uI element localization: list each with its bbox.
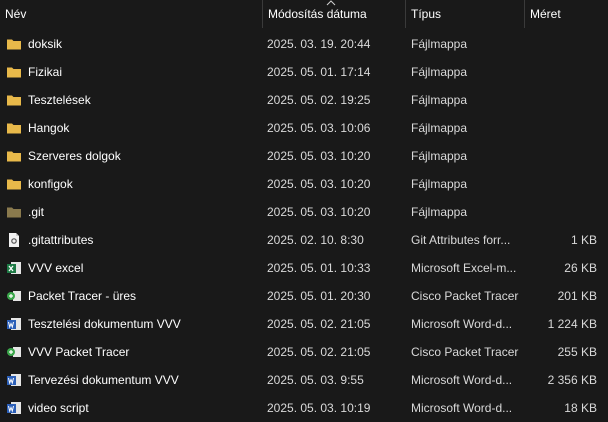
folder-icon — [6, 176, 22, 192]
file-date: 2025. 02. 10. 8:30 — [267, 233, 364, 247]
file-row[interactable]: VVV excel 2025. 05. 01. 10:33 Microsoft Ex… — [0, 254, 608, 282]
file-name: Tervezési dokumentum VVV — [28, 373, 179, 387]
file-size — [525, 86, 597, 114]
file-name: VVV excel — [28, 261, 84, 275]
file-row[interactable]: video script 2025. 05. 03. 10:19 Microsoft… — [0, 394, 608, 422]
column-header-size-label: Méret — [530, 7, 561, 21]
file-size — [525, 114, 597, 142]
file-name: VVV Packet Tracer — [28, 345, 130, 359]
file-size: 1 224 KB — [547, 317, 597, 331]
packet-tracer-file-icon — [6, 288, 22, 304]
file-size — [525, 142, 597, 170]
hidden-folder-icon — [6, 204, 22, 220]
column-header-name[interactable]: Név — [0, 0, 262, 28]
file-size: 1 KB — [570, 233, 597, 247]
file-row[interactable]: Tesztelések 2025. 05. 02. 19:25 Fájlmappa — [0, 86, 608, 114]
file-type: Fájlmappa — [411, 65, 468, 79]
column-header-size[interactable]: Méret — [525, 0, 608, 28]
file-row[interactable]: Tervezési dokumentum VVV 2025. 05. 03. 9:… — [0, 366, 608, 394]
file-date: 2025. 05. 02. 19:25 — [267, 93, 371, 107]
file-name: .git — [28, 205, 45, 219]
file-type: Cisco Packet Tracer — [411, 289, 519, 303]
folder-icon — [6, 148, 22, 164]
file-name: Fizikai — [28, 65, 63, 79]
file-type: Microsoft Word-d... — [411, 401, 513, 415]
word-file-icon — [6, 400, 22, 416]
file-type: Cisco Packet Tracer — [411, 345, 519, 359]
file-date: 2025. 05. 02. 21:05 — [267, 317, 371, 331]
file-name: Tesztelések — [28, 93, 91, 107]
file-size: 2 356 KB — [547, 373, 597, 387]
packet-tracer-file-icon — [6, 344, 22, 360]
file-type: Fájlmappa — [411, 177, 468, 191]
file-row[interactable]: VVV Packet Tracer 2025. 05. 02. 21:05 Cisc… — [0, 338, 608, 366]
file-row[interactable]: Tesztelési dokumentum VVV 2025. 05. 02. 2… — [0, 310, 608, 338]
file-size: 201 KB — [557, 289, 597, 303]
file-type: Fájlmappa — [411, 205, 468, 219]
column-header-type[interactable]: Típus — [406, 0, 524, 28]
file-size: 18 KB — [564, 401, 597, 415]
file-size — [525, 30, 597, 58]
file-type: Microsoft Word-d... — [411, 373, 513, 387]
file-row[interactable]: Szerveres dolgok 2025. 05. 03. 10:20 Fájlm… — [0, 142, 608, 170]
file-date: 2025. 05. 03. 9:55 — [267, 373, 364, 387]
word-file-icon — [6, 316, 22, 332]
file-size — [525, 198, 597, 226]
file-size: 26 KB — [564, 261, 597, 275]
file-name: Hangok — [28, 121, 70, 135]
column-header-type-label: Típus — [411, 7, 442, 21]
column-header-date[interactable]: Módosítás dátuma — [263, 0, 405, 28]
file-date: 2025. 05. 02. 21:05 — [267, 345, 371, 359]
file-row[interactable]: konfigok 2025. 05. 03. 10:20 Fájlmappa — [0, 170, 608, 198]
file-date: 2025. 05. 03. 10:20 — [267, 205, 371, 219]
file-name: doksik — [28, 37, 63, 51]
file-date: 2025. 05. 01. 10:33 — [267, 261, 371, 275]
file-name: .gitattributes — [28, 233, 94, 247]
folder-icon — [6, 120, 22, 136]
folder-icon — [6, 64, 22, 80]
file-name: video script — [28, 401, 89, 415]
file-type: Fájlmappa — [411, 37, 468, 51]
file-name: Tesztelési dokumentum VVV — [28, 317, 181, 331]
column-header-name-label: Név — [5, 7, 27, 21]
excel-file-icon — [6, 260, 22, 276]
file-name: Packet Tracer - üres — [28, 289, 137, 303]
file-name: Szerveres dolgok — [28, 149, 121, 163]
file-type: Fájlmappa — [411, 149, 468, 163]
file-date: 2025. 05. 01. 20:30 — [267, 289, 371, 303]
file-date: 2025. 05. 03. 10:20 — [267, 177, 371, 191]
file-name: konfigok — [28, 177, 73, 191]
file-date: 2025. 05. 03. 10:19 — [267, 401, 371, 415]
file-type: Fájlmappa — [411, 93, 468, 107]
word-file-icon — [6, 372, 22, 388]
folder-icon — [6, 36, 22, 52]
file-date: 2025. 05. 01. 17:14 — [267, 65, 371, 79]
column-header-bar: Név Módosítás dátuma Típus Méret — [0, 0, 608, 28]
file-size: 255 KB — [557, 345, 597, 359]
column-header-date-label: Módosítás dátuma — [268, 7, 367, 21]
file-size — [525, 170, 597, 198]
file-date: 2025. 05. 03. 10:06 — [267, 121, 371, 135]
file-date: 2025. 05. 03. 10:20 — [267, 149, 371, 163]
file-row[interactable]: Hangok 2025. 05. 03. 10:06 Fájlmappa — [0, 114, 608, 142]
file-type: Git Attributes forr... — [411, 233, 511, 247]
file-type: Microsoft Word-d... — [411, 317, 513, 331]
file-size — [525, 58, 597, 86]
text-file-icon — [6, 232, 22, 248]
file-date: 2025. 03. 19. 20:44 — [267, 37, 371, 51]
file-row[interactable]: .git 2025. 05. 03. 10:20 Fájlmappa — [0, 198, 608, 226]
file-row[interactable]: .gitattributes 2025. 02. 10. 8:30 Git Attr… — [0, 226, 608, 254]
file-row[interactable]: Fizikai 2025. 05. 01. 17:14 Fájlmappa — [0, 58, 608, 86]
file-type: Fájlmappa — [411, 121, 468, 135]
file-type: Microsoft Excel-m... — [411, 261, 517, 275]
file-row[interactable]: Packet Tracer - üres 2025. 05. 01. 20:30 C… — [0, 282, 608, 310]
folder-icon — [6, 92, 22, 108]
file-row[interactable]: doksik 2025. 03. 19. 20:44 Fájlmappa — [0, 30, 608, 58]
